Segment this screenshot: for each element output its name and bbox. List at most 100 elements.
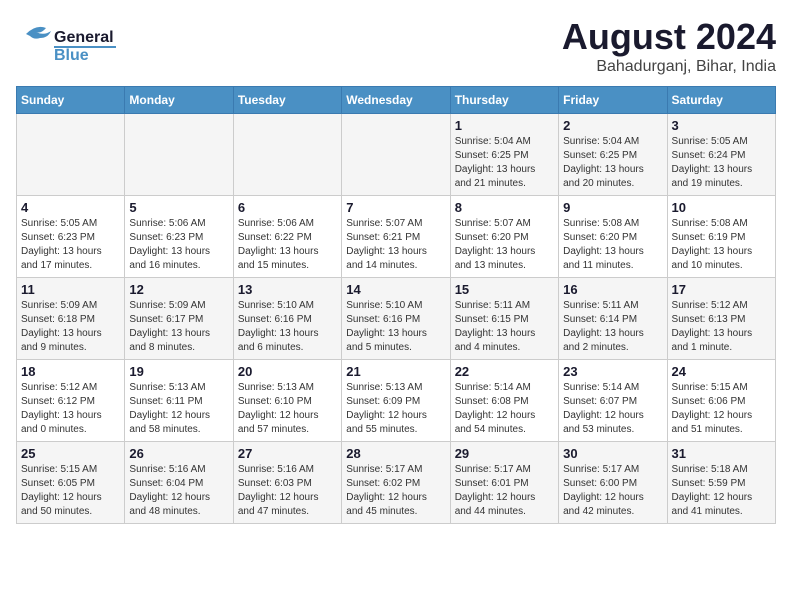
calendar-cell — [125, 114, 233, 196]
day-number: 28 — [346, 446, 445, 461]
day-info: Sunrise: 5:06 AMSunset: 6:22 PMDaylight:… — [238, 217, 337, 273]
day-number: 19 — [129, 364, 228, 379]
calendar-cell: 9Sunrise: 5:08 AMSunset: 6:20 PMDaylight… — [559, 196, 667, 278]
calendar-cell — [17, 114, 125, 196]
day-number: 25 — [21, 446, 120, 461]
weekday-header-wednesday: Wednesday — [342, 87, 450, 114]
calendar-cell: 29Sunrise: 5:17 AMSunset: 6:01 PMDayligh… — [450, 442, 558, 524]
calendar-cell: 18 Sunrise: 5:12 AMSunset: 6:12 PMDayligh… — [17, 360, 125, 442]
calendar-week-4: 18 Sunrise: 5:12 AMSunset: 6:12 PMDayligh… — [17, 360, 776, 442]
main-title: August 2024 — [562, 16, 776, 58]
calendar-cell — [342, 114, 450, 196]
calendar-cell: 17 Sunrise: 5:12 AMSunset: 6:13 PMDayligh… — [667, 278, 775, 360]
calendar-cell: 21 Sunrise: 5:13 AMSunset: 6:09 PMDayligh… — [342, 360, 450, 442]
day-info: Sunrise: 5:15 AMSunset: 6:05 PMDaylight:… — [21, 463, 120, 519]
calendar-cell: 30 Sunrise: 5:17 AMSunset: 6:00 PMDayligh… — [559, 442, 667, 524]
day-info: Sunrise: 5:11 AMSunset: 6:14 PMDaylight:… — [563, 299, 662, 355]
calendar-cell: 13Sunrise: 5:10 AMSunset: 6:16 PMDayligh… — [233, 278, 341, 360]
calendar-cell: 25 Sunrise: 5:15 AMSunset: 6:05 PMDayligh… — [17, 442, 125, 524]
weekday-header-friday: Friday — [559, 87, 667, 114]
calendar-week-1: 1Sunrise: 5:04 AMSunset: 6:25 PMDaylight… — [17, 114, 776, 196]
weekday-header-row: SundayMondayTuesdayWednesdayThursdayFrid… — [17, 87, 776, 114]
calendar: SundayMondayTuesdayWednesdayThursdayFrid… — [16, 86, 776, 524]
weekday-header-thursday: Thursday — [450, 87, 558, 114]
day-info: Sunrise: 5:08 AMSunset: 6:19 PMDaylight:… — [672, 217, 771, 273]
calendar-cell: 10 Sunrise: 5:08 AMSunset: 6:19 PMDayligh… — [667, 196, 775, 278]
day-info: Sunrise: 5:17 AMSunset: 6:01 PMDaylight:… — [455, 463, 554, 519]
day-info: Sunrise: 5:12 AMSunset: 6:12 PMDaylight:… — [21, 381, 120, 437]
calendar-cell: 8 Sunrise: 5:07 AMSunset: 6:20 PMDaylight… — [450, 196, 558, 278]
day-info: Sunrise: 5:08 AMSunset: 6:20 PMDaylight:… — [563, 217, 662, 273]
day-number: 12 — [129, 282, 228, 297]
day-info: Sunrise: 5:16 AMSunset: 6:04 PMDaylight:… — [129, 463, 228, 519]
calendar-cell: 3Sunrise: 5:05 AMSunset: 6:24 PMDaylight… — [667, 114, 775, 196]
day-info: Sunrise: 5:12 AMSunset: 6:13 PMDaylight:… — [672, 299, 771, 355]
weekday-header-monday: Monday — [125, 87, 233, 114]
day-info: Sunrise: 5:13 AMSunset: 6:11 PMDaylight:… — [129, 381, 228, 437]
calendar-cell: 1Sunrise: 5:04 AMSunset: 6:25 PMDaylight… — [450, 114, 558, 196]
day-number: 17 — [672, 282, 771, 297]
day-number: 7 — [346, 200, 445, 215]
day-number: 30 — [563, 446, 662, 461]
calendar-cell: 2Sunrise: 5:04 AMSunset: 6:25 PMDaylight… — [559, 114, 667, 196]
calendar-week-2: 4Sunrise: 5:05 AMSunset: 6:23 PMDaylight… — [17, 196, 776, 278]
day-info: Sunrise: 5:14 AMSunset: 6:07 PMDaylight:… — [563, 381, 662, 437]
day-number: 27 — [238, 446, 337, 461]
calendar-cell: 6 Sunrise: 5:06 AMSunset: 6:22 PMDaylight… — [233, 196, 341, 278]
day-info: Sunrise: 5:13 AMSunset: 6:10 PMDaylight:… — [238, 381, 337, 437]
day-info: Sunrise: 5:14 AMSunset: 6:08 PMDaylight:… — [455, 381, 554, 437]
day-info: Sunrise: 5:17 AMSunset: 6:00 PMDaylight:… — [563, 463, 662, 519]
header: General Blue August 2024 Bahadurganj, Bi… — [16, 16, 776, 76]
svg-text:General: General — [54, 29, 114, 46]
calendar-body: 1Sunrise: 5:04 AMSunset: 6:25 PMDaylight… — [17, 114, 776, 524]
calendar-cell: 15Sunrise: 5:11 AMSunset: 6:15 PMDayligh… — [450, 278, 558, 360]
day-info: Sunrise: 5:11 AMSunset: 6:15 PMDaylight:… — [455, 299, 554, 355]
day-number: 21 — [346, 364, 445, 379]
calendar-cell: 7 Sunrise: 5:07 AMSunset: 6:21 PMDaylight… — [342, 196, 450, 278]
day-info: Sunrise: 5:05 AMSunset: 6:24 PMDaylight:… — [672, 135, 771, 191]
day-info: Sunrise: 5:06 AMSunset: 6:23 PMDaylight:… — [129, 217, 228, 273]
logo: General Blue — [16, 16, 126, 71]
calendar-cell: 5 Sunrise: 5:06 AMSunset: 6:23 PMDaylight… — [125, 196, 233, 278]
calendar-cell: 12 Sunrise: 5:09 AMSunset: 6:17 PMDayligh… — [125, 278, 233, 360]
day-info: Sunrise: 5:05 AMSunset: 6:23 PMDaylight:… — [21, 217, 120, 273]
calendar-cell: 14Sunrise: 5:10 AMSunset: 6:16 PMDayligh… — [342, 278, 450, 360]
day-number: 18 — [21, 364, 120, 379]
day-number: 31 — [672, 446, 771, 461]
weekday-header-sunday: Sunday — [17, 87, 125, 114]
day-number: 1 — [455, 118, 554, 133]
day-number: 6 — [238, 200, 337, 215]
day-info: Sunrise: 5:07 AMSunset: 6:21 PMDaylight:… — [346, 217, 445, 273]
calendar-cell: 24Sunrise: 5:15 AMSunset: 6:06 PMDayligh… — [667, 360, 775, 442]
day-number: 22 — [455, 364, 554, 379]
calendar-cell: 28 Sunrise: 5:17 AMSunset: 6:02 PMDayligh… — [342, 442, 450, 524]
day-number: 5 — [129, 200, 228, 215]
calendar-cell: 26 Sunrise: 5:16 AMSunset: 6:04 PMDayligh… — [125, 442, 233, 524]
calendar-cell: 23Sunrise: 5:14 AMSunset: 6:07 PMDayligh… — [559, 360, 667, 442]
calendar-week-3: 11Sunrise: 5:09 AMSunset: 6:18 PMDayligh… — [17, 278, 776, 360]
calendar-cell: 31 Sunrise: 5:18 AMSunset: 5:59 PMDayligh… — [667, 442, 775, 524]
day-number: 13 — [238, 282, 337, 297]
calendar-week-5: 25 Sunrise: 5:15 AMSunset: 6:05 PMDayligh… — [17, 442, 776, 524]
day-info: Sunrise: 5:13 AMSunset: 6:09 PMDaylight:… — [346, 381, 445, 437]
subtitle: Bahadurganj, Bihar, India — [562, 58, 776, 76]
calendar-cell: 11Sunrise: 5:09 AMSunset: 6:18 PMDayligh… — [17, 278, 125, 360]
calendar-cell: 22 Sunrise: 5:14 AMSunset: 6:08 PMDayligh… — [450, 360, 558, 442]
weekday-header-tuesday: Tuesday — [233, 87, 341, 114]
day-number: 8 — [455, 200, 554, 215]
day-number: 16 — [563, 282, 662, 297]
day-info: Sunrise: 5:09 AMSunset: 6:17 PMDaylight:… — [129, 299, 228, 355]
calendar-cell: 4Sunrise: 5:05 AMSunset: 6:23 PMDaylight… — [17, 196, 125, 278]
day-info: Sunrise: 5:07 AMSunset: 6:20 PMDaylight:… — [455, 217, 554, 273]
day-info: Sunrise: 5:17 AMSunset: 6:02 PMDaylight:… — [346, 463, 445, 519]
calendar-cell — [233, 114, 341, 196]
weekday-header-saturday: Saturday — [667, 87, 775, 114]
day-number: 14 — [346, 282, 445, 297]
day-number: 24 — [672, 364, 771, 379]
day-number: 10 — [672, 200, 771, 215]
day-number: 26 — [129, 446, 228, 461]
day-info: Sunrise: 5:18 AMSunset: 5:59 PMDaylight:… — [672, 463, 771, 519]
calendar-cell: 27Sunrise: 5:16 AMSunset: 6:03 PMDayligh… — [233, 442, 341, 524]
day-number: 20 — [238, 364, 337, 379]
calendar-cell: 19 Sunrise: 5:13 AMSunset: 6:11 PMDayligh… — [125, 360, 233, 442]
